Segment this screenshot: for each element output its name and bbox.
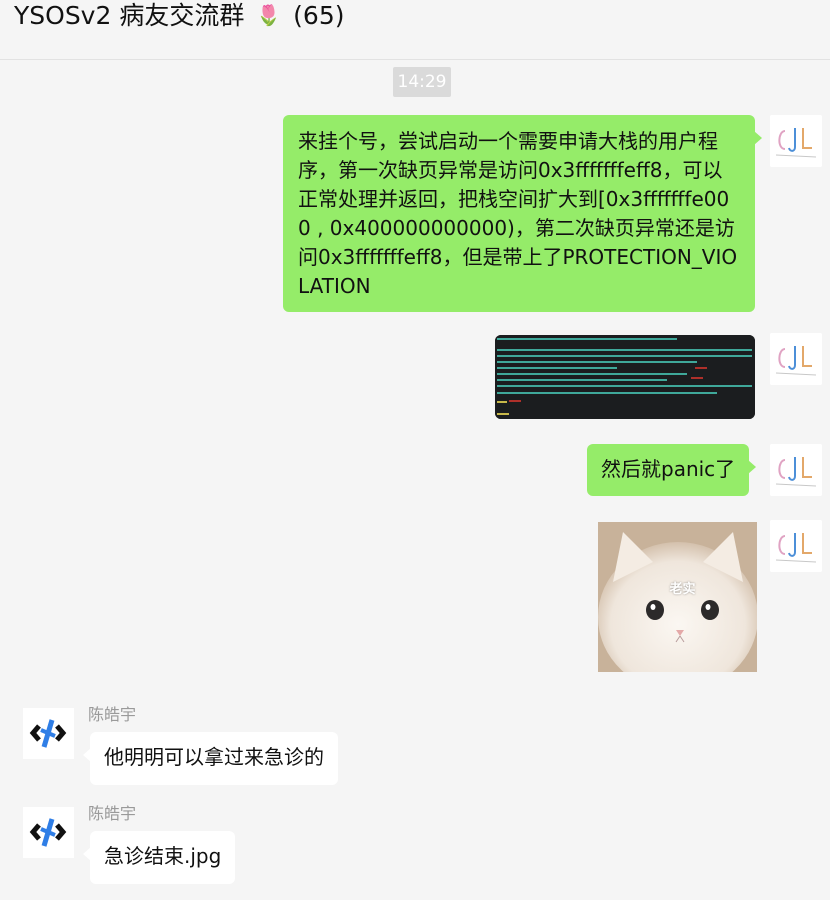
message-text: 来挂个号，尝试启动一个需要申请大栈的用户程序，第一次缺页异常是访问0x3ffff… bbox=[298, 129, 738, 298]
message-text: 急诊结束.jpg bbox=[104, 844, 222, 868]
avatar[interactable] bbox=[770, 444, 822, 496]
sender-name: 陈皓宇 bbox=[88, 705, 137, 724]
message-bubble-outgoing[interactable]: 然后就panic了 bbox=[587, 444, 757, 496]
message-text: 然后就panic了 bbox=[601, 457, 736, 481]
cjl-avatar-icon bbox=[770, 115, 822, 167]
message-timestamp: 14:29 bbox=[393, 67, 451, 97]
cjl-avatar-icon bbox=[770, 444, 822, 496]
sticker-caption: 老实 bbox=[669, 582, 696, 597]
sender-name: 陈皓宇 bbox=[88, 804, 137, 823]
chat-header: YSOSv2 病友交流群 🌷 (65) bbox=[0, 0, 830, 60]
cjl-avatar-icon bbox=[770, 333, 822, 385]
group-name: YSOSv2 病友交流群 bbox=[14, 1, 245, 30]
terminal-screenshot-image[interactable] bbox=[495, 335, 755, 419]
member-count: (65) bbox=[293, 1, 345, 30]
avatar[interactable] bbox=[770, 333, 822, 385]
avatar[interactable] bbox=[23, 708, 74, 759]
message-bubble-incoming[interactable]: 他明明可以拿过来急诊的 bbox=[83, 732, 338, 785]
message-text: 他明明可以拿过来急诊的 bbox=[104, 745, 324, 769]
avatar[interactable] bbox=[770, 115, 822, 167]
cat-sticker-image[interactable]: 老实 bbox=[598, 522, 757, 672]
chat-title[interactable]: YSOSv2 病友交流群 🌷 (65) bbox=[14, 0, 344, 31]
avatar[interactable] bbox=[23, 807, 74, 858]
message-bubble-outgoing[interactable]: 来挂个号，尝试启动一个需要申请大栈的用户程序，第一次缺页异常是访问0x3ffff… bbox=[283, 115, 762, 312]
logo-avatar-icon bbox=[23, 708, 74, 759]
cjl-avatar-icon bbox=[770, 520, 822, 572]
tulip-icon: 🌷 bbox=[256, 3, 282, 27]
message-bubble-incoming[interactable]: 急诊结束.jpg bbox=[82, 831, 236, 884]
avatar[interactable] bbox=[770, 520, 822, 572]
logo-avatar-icon bbox=[23, 807, 74, 858]
